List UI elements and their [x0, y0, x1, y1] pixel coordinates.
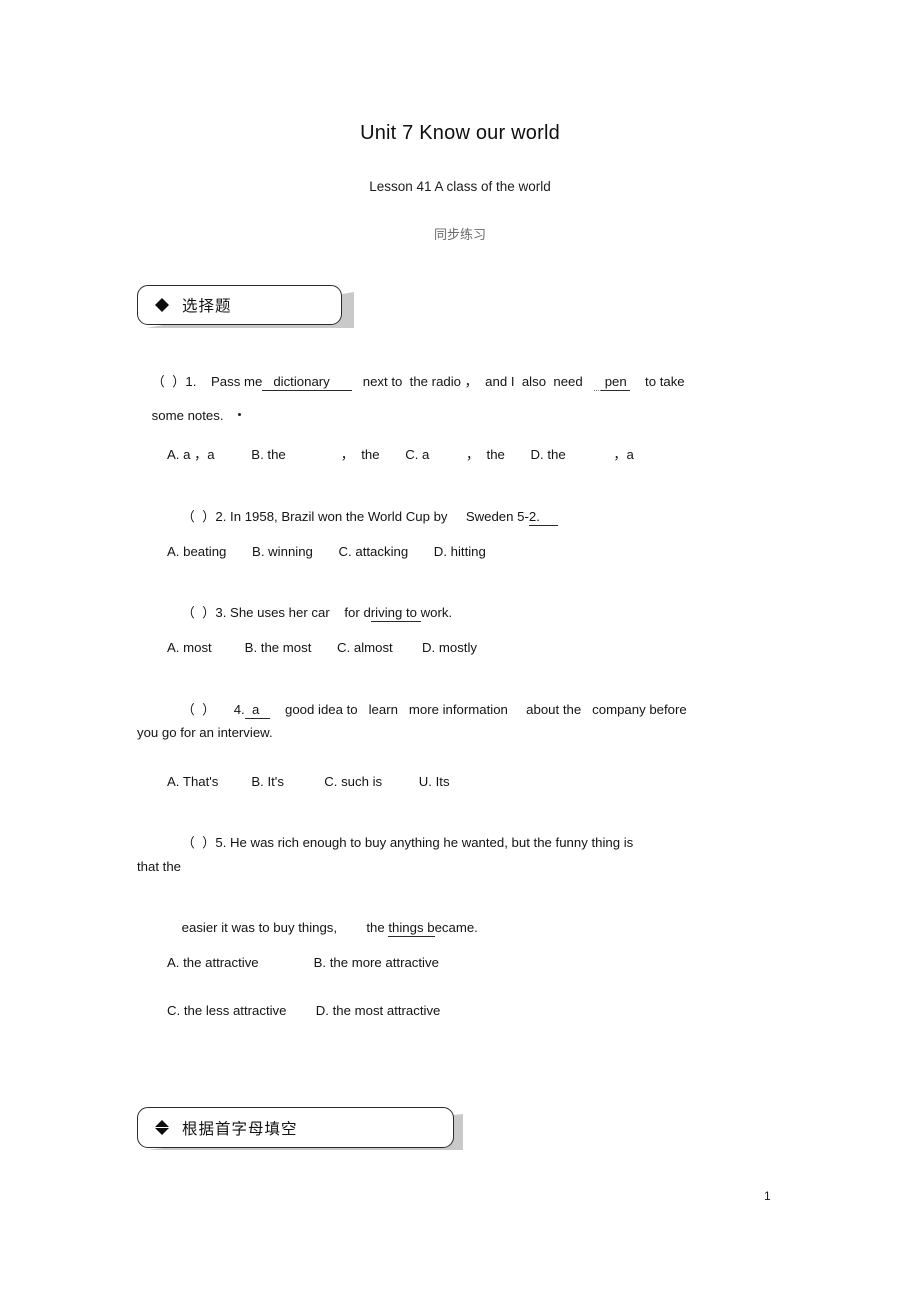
page-title: Unit 7 Know our world: [360, 122, 560, 144]
q5-underlined-span: things b: [388, 920, 435, 938]
document-page: Unit 7 Know our world Lesson 41 A class …: [0, 0, 920, 1303]
question-5-wrap: that the: [137, 859, 181, 874]
section-label: 选择题: [182, 298, 232, 315]
q5-line2-post: ecame.: [434, 920, 478, 936]
q1-blank-2-lead: [593, 374, 602, 392]
stray-dot-icon: [238, 413, 242, 417]
question-3-stem: （ ）3. She uses her car for driving to wo…: [167, 593, 452, 633]
section-label: 根据首字母填空: [182, 1120, 298, 1138]
question-2-options: A. beating B. winning C. attacking D. hi…: [167, 544, 486, 559]
section-header-choice: 选择题: [137, 285, 342, 325]
question-5-stem: （ ）5. He was rich enough to buy anything…: [167, 823, 634, 863]
q3-marker: （ ）3.: [181, 605, 227, 621]
q2-marker: （ ）2.: [181, 509, 227, 525]
diamond-bullet-icon: [154, 291, 169, 312]
q1-blank-2: pen: [601, 374, 631, 392]
q5-line2-mid: the: [366, 920, 389, 936]
q3-stem-pre: She uses her car: [230, 605, 330, 621]
q3-stem-mid: for d: [344, 605, 371, 621]
question-2-stem: （ ）2. In 1958, Brazil won the World Cup …: [167, 497, 559, 537]
q5-marker: （ ）5.: [181, 835, 227, 851]
section-header-fill-in: 根据首字母填空: [137, 1107, 454, 1148]
q5-stem: He was rich enough to buy anything he wa…: [230, 835, 634, 851]
q4-number: 4.: [233, 702, 245, 718]
question-5-options-row-1: A. the attractive B. the more attractive: [167, 955, 439, 970]
q1-blank-1: dictionary: [262, 374, 352, 392]
q2-stem: In 1958, Brazil won the World Cup by Swe…: [230, 509, 529, 525]
q4-marker: （ ）: [181, 702, 216, 718]
question-1-options: A. a ，a B. the ， the C. a ， the D. the ，…: [167, 447, 634, 462]
q1-stem-pre: Pass me: [211, 374, 263, 390]
lesson-subtitle: Lesson 41 A class of the world: [369, 179, 551, 194]
question-5-line2: easier it was to buy things, the things …: [167, 908, 478, 948]
question-4-stem: （ ） 4. a good idea to learn more informa…: [167, 690, 687, 730]
q1-stem-post: to take: [645, 374, 685, 390]
exercise-label: 同步练习: [433, 227, 486, 242]
q1-marker: （ ）1.: [151, 374, 197, 390]
q1-stem-mid: next to the radio ， and I also need: [362, 374, 583, 390]
page-number: 1: [764, 1189, 771, 1203]
q1-wrap-text: some notes.: [151, 408, 224, 424]
diamond-bullet-icon: [154, 1113, 169, 1135]
question-5-options-row-2: C. the less attractive D. the most attra…: [167, 1003, 441, 1018]
q4-blank: a: [244, 702, 271, 720]
question-3-options: A. most B. the most C. almost D. mostly: [167, 640, 477, 655]
q3-stem-post: work.: [420, 605, 453, 621]
q4-stem: good idea to learn more information abou…: [285, 702, 687, 718]
question-4-wrap: you go for an interview.: [137, 725, 273, 740]
q2-blank: 2.: [528, 509, 559, 527]
question-4-options: A. That's B. It's C. such is U. Its: [167, 774, 450, 789]
question-1-wrap: some notes.: [137, 396, 242, 436]
q3-underlined-span: riving to: [370, 605, 421, 623]
q5-line2-pre: easier it was to buy things,: [181, 920, 338, 936]
